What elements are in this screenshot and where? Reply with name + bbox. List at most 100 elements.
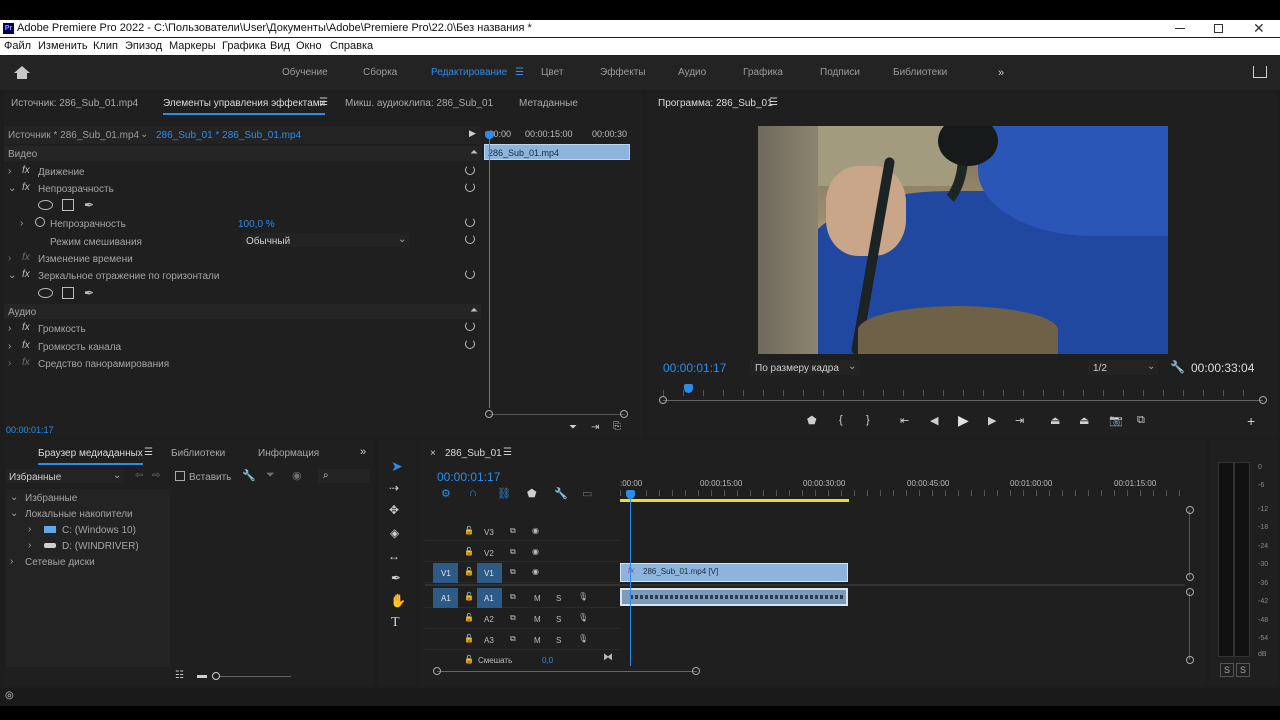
lift-icon[interactable]: ⏏ <box>1050 414 1060 427</box>
lock-icon[interactable]: 🔓 <box>464 567 474 576</box>
nest-icon[interactable]: ⚙ <box>441 487 451 500</box>
effect-horizontal-flip[interactable]: Зеркальное отражение по горизонтали <box>38 271 219 282</box>
mix-keyframe-icon[interactable]: ⧓ <box>603 652 613 663</box>
ellipse-mask-icon[interactable] <box>38 288 53 298</box>
expand-time-icon[interactable]: › <box>8 253 11 264</box>
solo-left-button[interactable]: S <box>1220 663 1235 677</box>
close-sequence-icon[interactable]: × <box>430 448 436 459</box>
tree-drive-d[interactable]: D: (WINDRIVER) <box>62 541 139 552</box>
menu-clip[interactable]: Клип <box>93 40 118 52</box>
menu-edit[interactable]: Изменить <box>38 40 88 52</box>
track-select-icon[interactable]: ⇢ <box>389 481 399 495</box>
step-back-icon[interactable]: ◀ <box>930 414 938 427</box>
mark-in-icon[interactable]: { <box>839 414 843 426</box>
lock-icon[interactable]: 🔓 <box>464 613 474 622</box>
opacity-value[interactable]: 100,0 % <box>238 219 275 230</box>
scrub-handle-left[interactable] <box>659 396 667 404</box>
scroll-handle[interactable] <box>433 667 441 675</box>
sync-icon[interactable]: ⧉ <box>510 634 516 644</box>
reset-icon[interactable] <box>465 321 475 331</box>
panel-menu-icon[interactable]: ☰ <box>144 447 153 458</box>
tab-media-browser[interactable]: Браузер медиаданных <box>38 448 143 465</box>
add-button-icon[interactable]: + <box>1247 413 1255 429</box>
tree-expand-icon[interactable]: › <box>28 540 31 551</box>
mic-icon[interactable]: 🎙 <box>578 634 588 643</box>
h-scroll[interactable] <box>437 671 697 672</box>
linked-selection-icon[interactable]: ⛓ <box>497 487 511 500</box>
eye-icon[interactable]: ◉ <box>532 567 539 576</box>
status-icon[interactable]: ◎ <box>5 690 14 701</box>
play-icon[interactable]: ▶ <box>958 412 969 429</box>
back-icon[interactable]: ⇦ <box>135 470 143 481</box>
play-audio-icon[interactable]: ⇥ <box>591 422 599 433</box>
tree-expand-icon[interactable]: ⌄ <box>10 508 18 519</box>
effect-channel-volume[interactable]: Громкость канала <box>38 342 121 353</box>
program-menu-icon[interactable]: ☰ <box>769 97 778 108</box>
tree-local-drives[interactable]: Локальные накопители <box>25 509 133 520</box>
settings-wrench-icon[interactable]: 🔧 <box>1170 360 1185 374</box>
expand-volume-icon[interactable]: › <box>8 323 11 334</box>
scroll-handle[interactable] <box>692 667 700 675</box>
menu-sequence[interactable]: Эпизод <box>125 40 162 52</box>
scroll-handle[interactable] <box>1186 506 1194 514</box>
text-tool-icon[interactable]: T <box>391 615 400 631</box>
scroll-handle[interactable] <box>1186 588 1194 596</box>
sync-icon[interactable]: ⧉ <box>510 567 516 577</box>
play-clip-icon[interactable]: ▶ <box>469 128 476 139</box>
more-workspaces-icon[interactable]: » <box>998 67 1004 79</box>
effect-motion[interactable]: Движение <box>38 167 85 178</box>
tab-effect-controls[interactable]: Элементы управления эффектами <box>163 98 326 115</box>
reset-icon[interactable] <box>465 182 475 192</box>
mix-value[interactable]: 0,0 <box>542 656 553 665</box>
tree-expand-icon[interactable]: › <box>10 556 13 567</box>
hand-tool-icon[interactable]: ✋ <box>390 593 406 609</box>
timeline-settings-icon[interactable]: 🔧 <box>554 487 568 500</box>
tab-audio-mixer[interactable]: Микш. аудиоклипа: 286_Sub_01 <box>345 98 493 109</box>
expand-panner-icon[interactable]: › <box>8 358 11 369</box>
track-label-v2[interactable]: V2 <box>484 549 494 558</box>
stopwatch-icon[interactable] <box>35 217 45 227</box>
solo-button[interactable]: S <box>556 615 561 624</box>
expand-opacity-icon[interactable]: ⌄ <box>8 183 16 194</box>
expand-channel-icon[interactable]: › <box>8 341 11 352</box>
ws-effects[interactable]: Эффекты <box>600 67 645 78</box>
track-label-a2[interactable]: A2 <box>484 615 494 624</box>
dropdown-icon[interactable]: ⌄ <box>140 129 148 140</box>
ws-color[interactable]: Цвет <box>541 67 563 78</box>
step-forward-icon[interactable]: ▶ <box>988 414 996 427</box>
thumb-size-slider[interactable] <box>213 676 291 677</box>
slider-handle[interactable] <box>212 672 220 680</box>
mute-button[interactable]: M <box>534 636 541 645</box>
reset-icon[interactable] <box>465 339 475 349</box>
mute-button[interactable]: M <box>534 615 541 624</box>
reset-icon[interactable] <box>465 217 475 227</box>
reset-icon[interactable] <box>465 165 475 175</box>
compare-icon[interactable]: ⧉ <box>1137 414 1145 427</box>
menu-file[interactable]: Файл <box>4 40 31 52</box>
expand-param-icon[interactable]: › <box>20 218 23 229</box>
menu-window[interactable]: Окно <box>296 40 322 52</box>
ws-learning[interactable]: Обучение <box>282 67 328 78</box>
filter-icon[interactable]: ⏷ <box>266 469 275 482</box>
sync-icon[interactable]: ⧉ <box>510 613 516 623</box>
tab-libraries[interactable]: Библиотеки <box>171 448 225 459</box>
share-icon[interactable] <box>1253 66 1267 78</box>
ec-playhead[interactable] <box>489 131 490 408</box>
captions-icon[interactable]: ▭ <box>582 487 592 500</box>
scrub-handle-right[interactable] <box>1259 396 1267 404</box>
ws-menu-icon[interactable]: ☰ <box>515 67 524 78</box>
v-scroll-video[interactable] <box>1189 510 1190 578</box>
effect-panner[interactable]: Средство панорамирования <box>38 359 169 370</box>
ec-zoom-bar[interactable] <box>489 414 625 415</box>
lock-icon[interactable]: 🔓 <box>464 547 474 556</box>
tab-info[interactable]: Информация <box>258 448 319 459</box>
ripple-edit-icon[interactable]: ✥ <box>389 503 399 517</box>
go-to-out-icon[interactable]: ⇥ <box>1015 414 1024 427</box>
ec-timecode[interactable]: 00:00:01:17 <box>6 425 54 435</box>
panel-menu-icon[interactable]: ☰ <box>319 97 328 108</box>
timeline-timecode[interactable]: 00:00:01:17 <box>437 470 500 484</box>
go-to-in-icon[interactable]: ⇤ <box>900 414 909 427</box>
ws-audio[interactable]: Аудио <box>678 67 706 78</box>
lock-icon[interactable]: 🔓 <box>464 526 474 535</box>
work-area-bar[interactable] <box>620 499 849 502</box>
